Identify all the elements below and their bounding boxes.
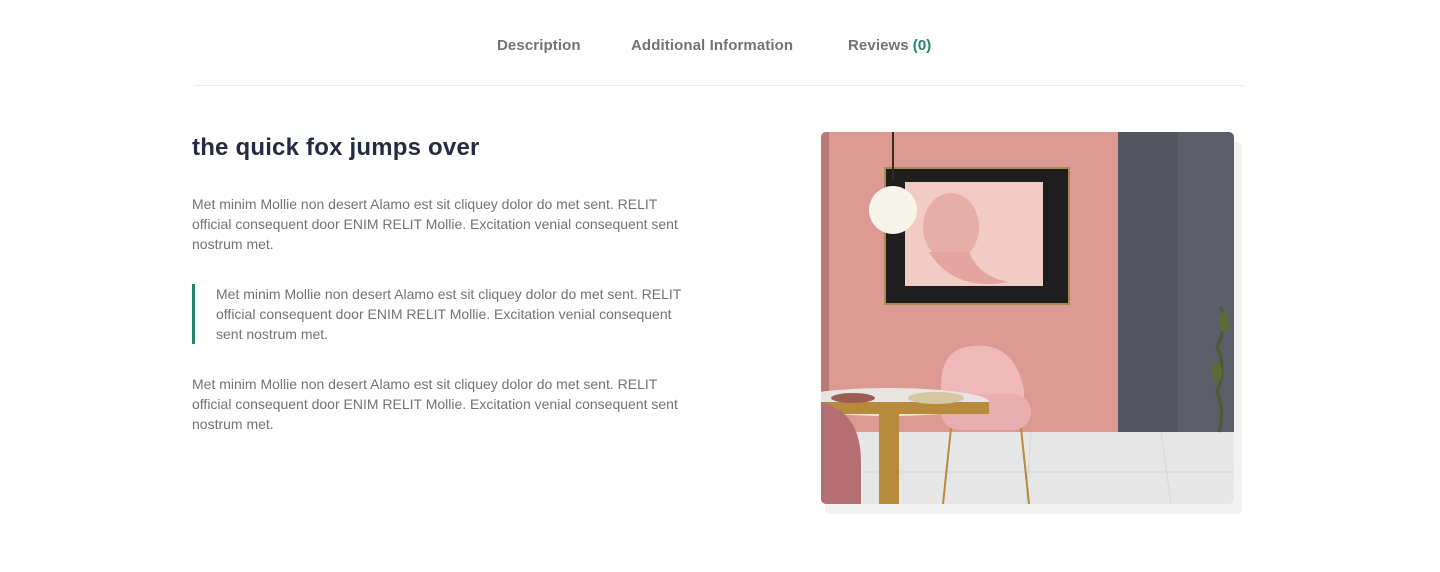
description-content: the quick fox jumps over Met minim Molli… [192, 132, 702, 432]
tab-reviews[interactable]: Reviews (0) [848, 37, 931, 54]
tab-reviews-label: Reviews [848, 37, 909, 54]
content-paragraph: Met minim Mollie non desert Alamo est si… [192, 376, 678, 432]
reviews-count: (0) [912, 37, 932, 54]
tab-additional-information[interactable]: Additional Information [631, 37, 793, 54]
content-heading: the quick fox jumps over [192, 134, 480, 161]
blockquote-text: Met minim Mollie non desert Alamo est si… [216, 286, 682, 342]
interior-illustration [821, 132, 1234, 504]
content-paragraph: Met minim Mollie non desert Alamo est si… [192, 196, 678, 252]
product-image [821, 132, 1234, 504]
blockquote: Met minim Mollie non desert Alamo est si… [192, 284, 696, 344]
tabs-divider [194, 85, 1244, 86]
tab-description[interactable]: Description [497, 37, 581, 54]
product-tabs: Description Additional Information Revie… [0, 0, 1440, 92]
product-image-container [821, 132, 1242, 514]
